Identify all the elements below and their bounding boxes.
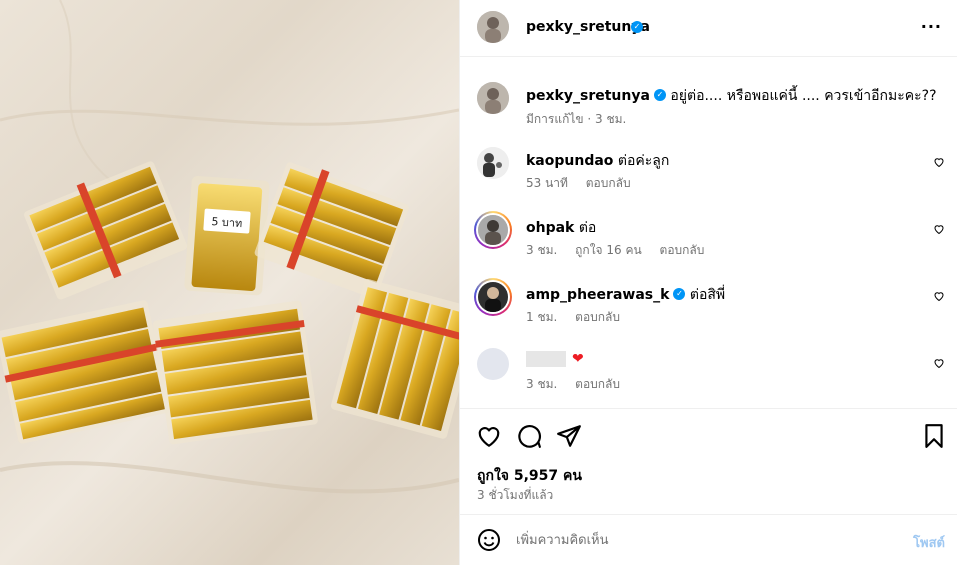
posted-time: 3 ชั่วโมงที่แล้ว [477, 488, 554, 502]
like-count[interactable]: ถูกใจ 5,957 คน [477, 465, 582, 487]
comment-username[interactable]: ohpak [526, 220, 574, 236]
save-bookmark-icon[interactable] [921, 423, 947, 449]
post-detail-panel: pexky_sretunya ✓ ··· pexky_sretunya ✓ อยู… [459, 0, 957, 565]
avatar[interactable] [477, 348, 509, 380]
reply-button[interactable]: ตอบกลับ [660, 243, 705, 257]
comment-bubble-icon[interactable] [516, 423, 542, 449]
comment-time: 1 ชม. [526, 310, 558, 324]
comment-time: 3 ชม. [526, 377, 558, 391]
like-comment-heart-icon[interactable] [933, 223, 945, 235]
like-heart-icon[interactable] [476, 423, 502, 449]
more-options-icon[interactable]: ··· [921, 17, 942, 36]
verified-badge-icon: ✓ [673, 288, 686, 300]
like-comment-heart-icon[interactable] [933, 290, 945, 302]
avatar[interactable] [477, 82, 509, 114]
verified-badge-icon: ✓ [653, 89, 666, 101]
reply-button[interactable]: ตอบกลับ [575, 310, 620, 324]
post-actions: ถูกใจ 5,957 คน 3 ชั่วโมงที่แล้ว [460, 408, 957, 514]
avatar[interactable] [478, 282, 508, 312]
post-comment-button[interactable]: โพสต์ [913, 532, 945, 553]
caption-text: อยู่ต่อ.... หรือพอแค่นี้ .... ควรเข้าอีก… [670, 88, 937, 104]
comment-time: 53 นาที [526, 176, 568, 190]
comment-item: amp_pheerawas_k ✓ ต่อสิพี่ 1 ชม. ตอบกลับ [460, 274, 957, 340]
share-send-icon[interactable] [556, 423, 582, 449]
post-photo[interactable]: 5 บาท [0, 0, 459, 565]
comment-item: ohpak ต่อ 3 ชม. ถูกใจ 16 คน ตอบกลับ [460, 207, 957, 273]
avatar[interactable] [477, 11, 509, 43]
comment-text: ❤ [572, 351, 584, 367]
comment-text: ต่อค่ะลูก [617, 153, 670, 169]
comment-item: ❤ 3 ชม. ตอบกลับ [460, 341, 957, 407]
caption-meta: มีการแก้ไข · 3 ชม. [526, 112, 627, 126]
reply-button[interactable]: ตอบกลับ [575, 377, 620, 391]
photo-label: 5 บาท [211, 215, 243, 230]
comment-item: kaopundao ต่อค่ะลูก 53 นาที ตอบกลับ [460, 140, 957, 206]
comment-username[interactable]: kaopundao [526, 153, 613, 169]
add-comment-bar: โพสต์ [460, 514, 957, 565]
gold-bars-image: 5 บาท [0, 0, 459, 494]
post-header: pexky_sretunya ✓ ··· [460, 0, 957, 57]
comment-text: ต่อ [578, 220, 597, 236]
comment-username[interactable]: amp_pheerawas_k [526, 287, 669, 303]
blurred-username [526, 351, 566, 367]
comment-input[interactable] [516, 527, 876, 553]
like-comment-heart-icon[interactable] [933, 156, 945, 168]
reply-button[interactable]: ตอบกลับ [586, 176, 631, 190]
post-caption: pexky_sretunya ✓ อยู่ต่อ.... หรือพอแค่นี้… [460, 72, 957, 132]
like-comment-heart-icon[interactable] [933, 357, 945, 369]
emoji-icon[interactable] [477, 528, 501, 552]
verified-badge-icon: ✓ [631, 21, 643, 33]
caption-username[interactable]: pexky_sretunya [526, 88, 650, 104]
avatar[interactable] [478, 215, 508, 245]
comment-text: ต่อสิพี่ [689, 287, 726, 303]
comment-time: 3 ชม. [526, 243, 558, 257]
comment-likes[interactable]: ถูกใจ 16 คน [575, 243, 642, 257]
avatar[interactable] [477, 147, 509, 179]
